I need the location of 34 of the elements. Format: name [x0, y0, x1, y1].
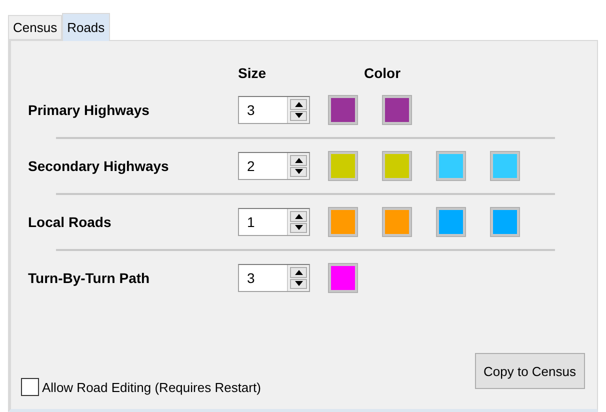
- column-header: Size: [238, 65, 268, 81]
- color-swatch[interactable]: [382, 151, 412, 181]
- column-header: Color: [364, 65, 402, 81]
- size-spinner[interactable]: 3: [238, 96, 310, 124]
- color-swatch[interactable]: [436, 207, 466, 237]
- size-spinner[interactable]: 2: [238, 152, 310, 180]
- down-arrow-icon[interactable]: [294, 113, 302, 118]
- tab[interactable]: Census: [8, 15, 62, 40]
- road-label: Local Roads: [28, 214, 112, 230]
- color-swatch[interactable]: [490, 207, 520, 237]
- down-arrow-icon[interactable]: [294, 281, 302, 286]
- color-swatch[interactable]: [382, 95, 412, 125]
- road-label: Turn-By-Turn Path: [28, 270, 151, 286]
- color-swatch[interactable]: [328, 151, 358, 181]
- down-arrow-icon[interactable]: [294, 225, 302, 230]
- road-label: Secondary Highways: [28, 158, 170, 174]
- color-swatch[interactable]: [328, 95, 358, 125]
- up-arrow-icon[interactable]: [294, 214, 302, 219]
- checkbox-label: Allow Road Editing (Requires Restart): [42, 380, 261, 394]
- down-arrow-icon[interactable]: [294, 169, 302, 174]
- up-arrow-icon[interactable]: [294, 270, 302, 275]
- tab[interactable]: Roads: [62, 13, 110, 41]
- road-label: Primary Highways: [28, 102, 150, 118]
- color-swatch[interactable]: [328, 263, 358, 293]
- color-swatch[interactable]: [436, 151, 466, 181]
- copy-button[interactable]: Copy to Census: [474, 353, 585, 389]
- color-swatch[interactable]: [490, 151, 520, 181]
- size-spinner[interactable]: 1: [238, 208, 310, 236]
- up-arrow-icon[interactable]: [294, 158, 302, 163]
- up-arrow-icon[interactable]: [294, 102, 302, 107]
- color-swatch[interactable]: [328, 207, 358, 237]
- checkbox[interactable]: [21, 378, 39, 396]
- size-spinner[interactable]: 3: [238, 264, 310, 292]
- color-swatch[interactable]: [382, 207, 412, 237]
